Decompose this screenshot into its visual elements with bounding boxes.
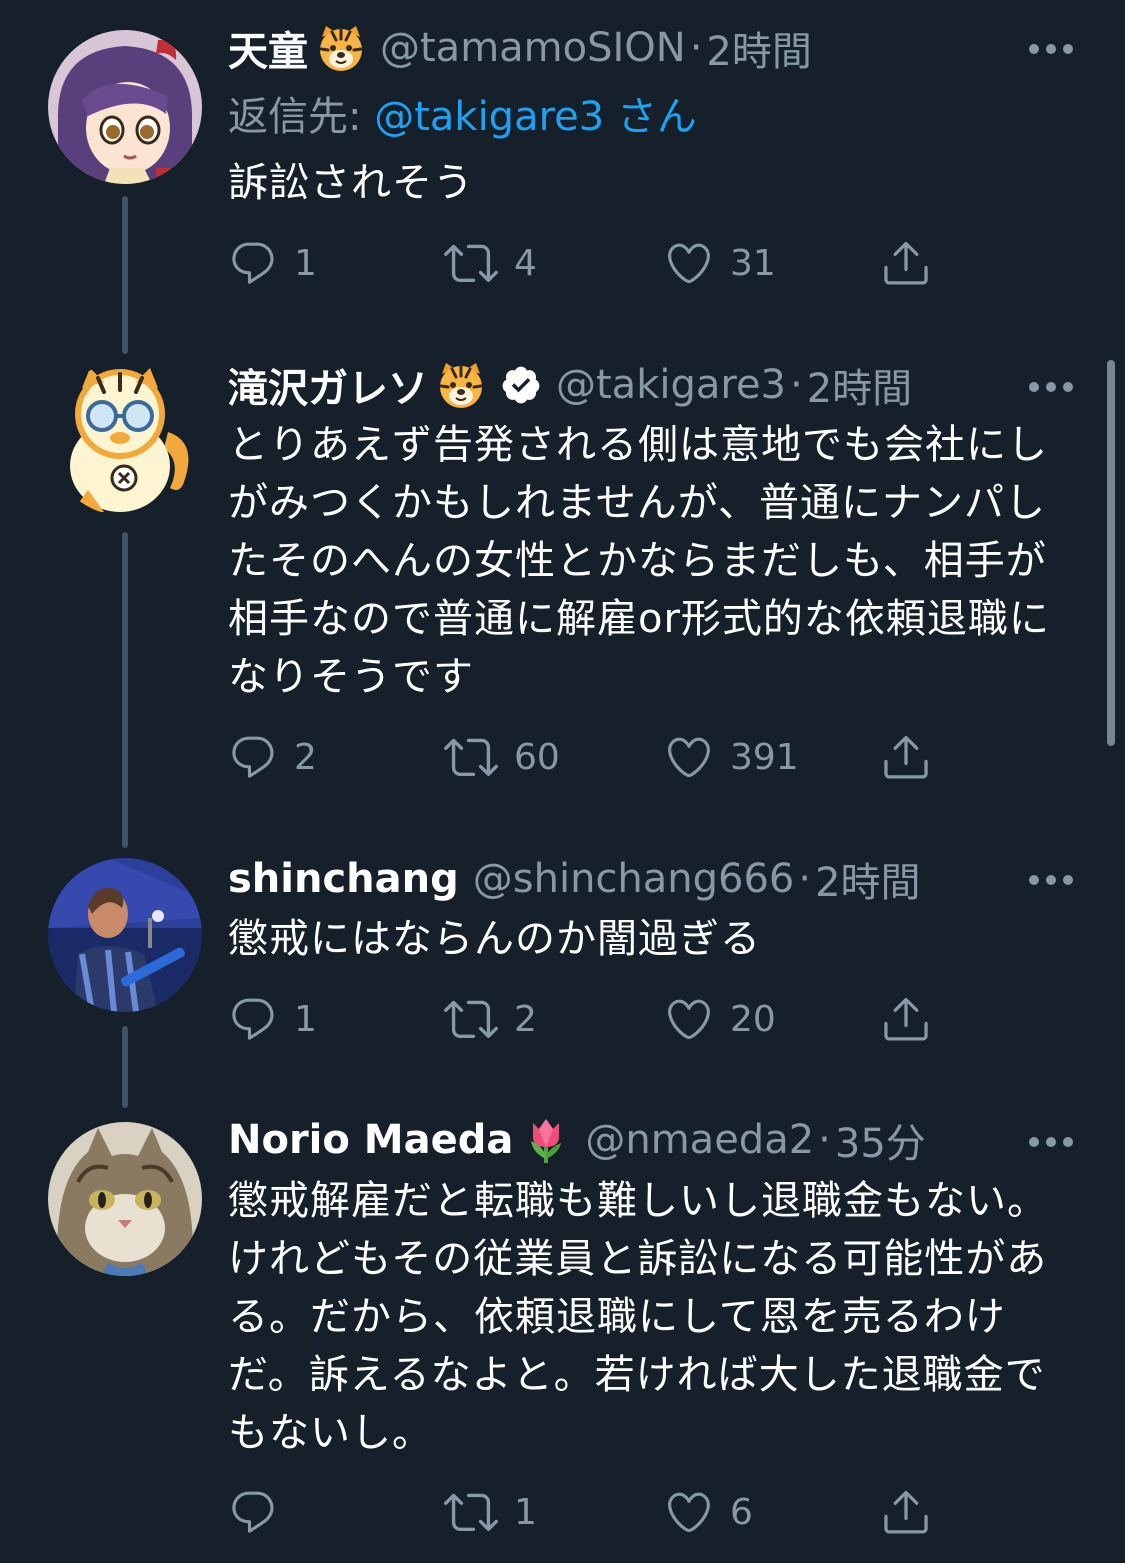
reply-to-suffix[interactable]: さん (604, 94, 697, 140)
display-name[interactable]: 天童 (228, 19, 308, 77)
retweet-icon (444, 992, 498, 1046)
reply-button[interactable]: 1 (228, 233, 317, 293)
reply-icon (228, 1487, 278, 1537)
display-name[interactable]: shinchang (228, 856, 459, 902)
action-bar: 1 2 20 (0, 989, 1125, 1049)
tweet-header: 天童 @tamamoSION · 2時間 (228, 18, 1070, 78)
display-name[interactable]: Norio Maeda (228, 1117, 513, 1163)
separator: · (798, 856, 812, 902)
timestamp[interactable]: 2時間 (807, 356, 912, 414)
retweet-count: 2 (514, 998, 537, 1040)
retweet-button[interactable]: 4 (444, 233, 537, 293)
tulip-icon (521, 1115, 571, 1165)
tweet-header: 滝沢ガレソ @takigare3 · 2時間 (228, 355, 1070, 415)
tweet-header: shinchang @shinchang666 · 2時間 (228, 849, 1070, 909)
tweet-text: 訴訟されそう (228, 160, 474, 206)
reply-button[interactable]: 2 (228, 727, 317, 787)
user-handle[interactable]: @takigare3 (556, 362, 786, 408)
more-options-icon[interactable] (1028, 379, 1074, 393)
retweet-count: 60 (514, 736, 560, 778)
more-options-icon[interactable] (1028, 1134, 1074, 1148)
retweet-icon (444, 236, 498, 290)
retweet-icon (444, 1485, 498, 1539)
reply-icon (228, 994, 278, 1044)
user-handle[interactable]: @shinchang666 (473, 856, 795, 902)
tiger-face-icon (316, 23, 366, 73)
reply-count: 2 (294, 736, 317, 778)
more-options-icon[interactable] (1028, 872, 1074, 886)
action-bar: 1 4 31 (0, 233, 1125, 293)
avatar[interactable] (48, 30, 202, 184)
avatar[interactable] (48, 362, 202, 516)
reply-button[interactable]: 1 (228, 989, 317, 1049)
retweet-button[interactable]: 60 (444, 727, 560, 787)
user-handle[interactable]: @tamamoSION (380, 25, 686, 71)
retweet-button[interactable]: 2 (444, 989, 537, 1049)
retweet-count: 4 (514, 242, 537, 284)
like-button[interactable]: 391 (664, 727, 799, 787)
like-button[interactable]: 31 (664, 233, 776, 293)
timestamp[interactable]: 2時間 (706, 19, 811, 77)
tweet-header: Norio Maeda @nmaeda2 · 35分 (228, 1110, 1070, 1170)
reply-to-mention[interactable]: @takigare3 (374, 94, 604, 140)
share-icon (880, 237, 932, 289)
like-count: 391 (730, 736, 799, 778)
share-button[interactable] (880, 727, 932, 787)
tiger-face-icon (436, 360, 486, 410)
timestamp[interactable]: 2時間 (815, 850, 920, 908)
action-bar: 1 6 (0, 1482, 1125, 1542)
action-bar: 2 60 391 (0, 727, 1125, 787)
heart-icon (664, 732, 714, 782)
tweet-text: 懲戒解雇だと転職も難しいし退職金もない。けれどもその従業員と訴訟になる可能性があ… (228, 1178, 1048, 1456)
reply-icon (228, 238, 278, 288)
reply-count: 1 (294, 242, 317, 284)
tweet-text: とりあえず告発される側は意地でも会社にしがみつくかもしれませんが、普通にナンパし… (228, 422, 1050, 700)
avatar[interactable] (48, 1122, 202, 1276)
retweet-button[interactable]: 1 (444, 1482, 537, 1542)
share-button[interactable] (880, 989, 932, 1049)
like-button[interactable]: 6 (664, 1482, 753, 1542)
retweet-icon (444, 730, 498, 784)
share-icon (880, 993, 932, 1045)
reply-icon (228, 732, 278, 782)
reply-context: 返信先: @takigare3 さん (228, 84, 697, 142)
like-button[interactable]: 20 (664, 989, 776, 1049)
user-handle[interactable]: @nmaeda2 (585, 1117, 814, 1163)
tweet-text: 懲戒にはならんのか闇過ぎる (228, 916, 761, 962)
scrollbar[interactable] (1107, 360, 1115, 746)
heart-icon (664, 238, 714, 288)
separator: · (818, 1117, 831, 1163)
reply-to-label: 返信先: (228, 94, 375, 140)
share-icon (880, 1486, 932, 1538)
reply-count: 1 (294, 998, 317, 1040)
share-button[interactable] (880, 1482, 932, 1542)
thread-line (122, 532, 128, 848)
separator: · (790, 362, 803, 408)
like-count: 20 (730, 998, 776, 1040)
heart-icon (664, 994, 714, 1044)
timestamp[interactable]: 35分 (835, 1111, 926, 1169)
verified-badge-icon (500, 364, 542, 406)
separator: · (689, 25, 703, 71)
like-count: 31 (730, 242, 776, 284)
share-button[interactable] (880, 233, 932, 293)
like-count: 6 (730, 1491, 753, 1533)
more-options-icon[interactable] (1028, 41, 1074, 55)
heart-icon (664, 1487, 714, 1537)
reply-button[interactable] (228, 1482, 294, 1542)
retweet-count: 1 (514, 1491, 537, 1533)
share-icon (880, 731, 932, 783)
display-name[interactable]: 滝沢ガレソ (228, 356, 428, 414)
